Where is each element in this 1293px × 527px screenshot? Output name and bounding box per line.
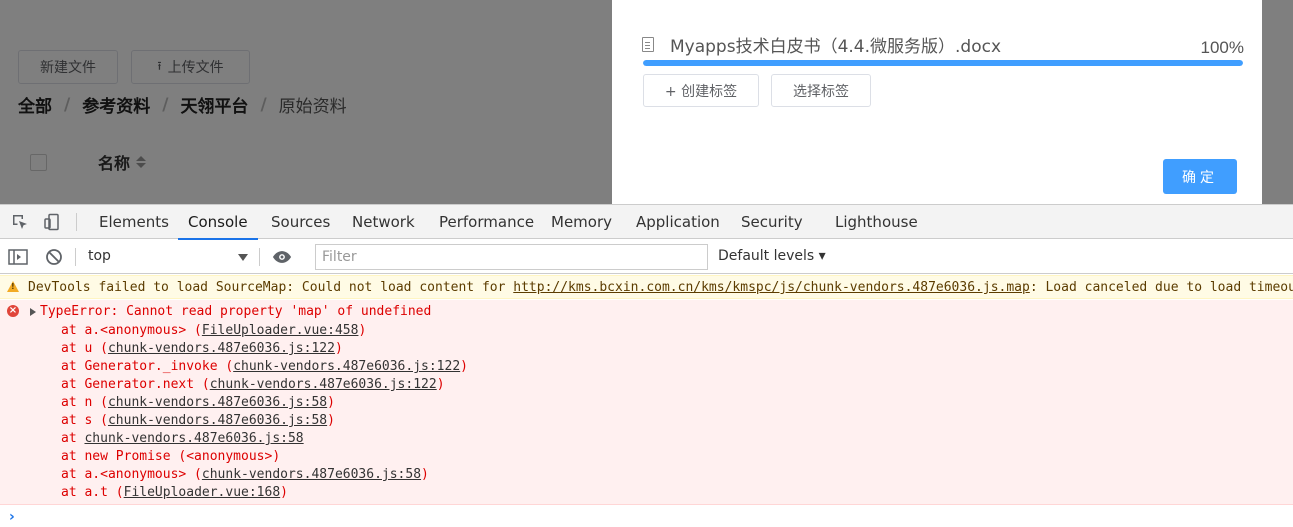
document-icon bbox=[642, 36, 654, 52]
stack-frame: at a.<anonymous> (chunk-vendors.487e6036… bbox=[61, 466, 468, 484]
tab-application[interactable]: Application bbox=[636, 205, 720, 239]
stack-frame-text: ) bbox=[421, 467, 429, 482]
warning-text-prefix: DevTools failed to load SourceMap: Could… bbox=[28, 280, 514, 295]
expand-triangle-icon[interactable] bbox=[30, 308, 36, 316]
stack-frame-source-link[interactable]: FileUploader.vue:458 bbox=[202, 323, 359, 338]
error-icon: × bbox=[7, 305, 19, 317]
upload-progress-fill bbox=[643, 60, 1243, 66]
stack-frame: at u (chunk-vendors.487e6036.js:122) bbox=[61, 340, 468, 358]
stack-frame: at new Promise (<anonymous>) bbox=[61, 448, 468, 466]
stack-trace: at a.<anonymous> (FileUploader.vue:458) a… bbox=[61, 322, 468, 502]
live-expression-eye-icon[interactable] bbox=[272, 247, 292, 267]
toolbar-divider bbox=[259, 248, 260, 266]
sourcemap-url-link[interactable]: http://kms.bcxin.com.cn/kms/kmspc/js/chu… bbox=[513, 280, 1030, 295]
device-toolbar-icon[interactable] bbox=[42, 212, 62, 232]
stack-frame-source-link[interactable]: chunk-vendors.487e6036.js:58 bbox=[84, 431, 303, 446]
stack-frame: at chunk-vendors.487e6036.js:58 bbox=[61, 430, 468, 448]
stack-frame-text: at bbox=[61, 431, 85, 446]
stack-frame: at n (chunk-vendors.487e6036.js:58) bbox=[61, 394, 468, 412]
log-levels-dropdown[interactable]: Default levels ▾ bbox=[718, 248, 826, 264]
stack-frame-text: at n ( bbox=[61, 395, 108, 410]
error-header[interactable]: TypeError: Cannot read property 'map' of… bbox=[40, 304, 431, 319]
upload-progress-percent: 100% bbox=[1200, 38, 1244, 57]
stack-frame-source-link[interactable]: chunk-vendors.487e6036.js:58 bbox=[108, 413, 327, 428]
upload-file-name: Myapps技术白皮书（4.4.微服务版）.docx bbox=[670, 36, 1002, 57]
tab-performance[interactable]: Performance bbox=[439, 205, 534, 239]
warning-icon bbox=[7, 281, 19, 292]
chevron-down-icon[interactable] bbox=[238, 254, 248, 261]
stack-frame-text: at a.<anonymous> ( bbox=[61, 323, 202, 338]
stack-frame-text: ) bbox=[436, 377, 445, 392]
console-prompt[interactable]: › bbox=[9, 509, 15, 525]
stack-frame-text: ) bbox=[460, 359, 468, 374]
upload-progress-bar bbox=[643, 60, 1243, 66]
clear-console-icon[interactable] bbox=[44, 247, 64, 267]
stack-frame-source-link[interactable]: chunk-vendors.487e6036.js:122 bbox=[233, 359, 460, 374]
stack-frame-text: at a.t ( bbox=[61, 485, 124, 500]
stack-frame-text: at new Promise (<anonymous>) bbox=[61, 449, 281, 464]
upload-file-item: Myapps技术白皮书（4.4.微服务版）.docx 100% bbox=[642, 32, 1244, 57]
tab-security[interactable]: Security bbox=[741, 205, 803, 239]
warning-text-suffix: : Load canceled due to load timeout bbox=[1029, 280, 1293, 295]
stack-frame-text: at Generator._invoke ( bbox=[61, 359, 234, 374]
stack-frame-text: ) bbox=[358, 323, 367, 338]
stack-frame-source-link[interactable]: chunk-vendors.487e6036.js:58 bbox=[202, 467, 421, 482]
tab-network[interactable]: Network bbox=[352, 205, 415, 239]
tab-lighthouse[interactable]: Lighthouse bbox=[835, 205, 918, 239]
stack-frame-text: at s ( bbox=[61, 413, 108, 428]
stack-frame-text: at a.<anonymous> ( bbox=[61, 467, 202, 482]
create-tag-button[interactable]: + 创建标签 bbox=[643, 74, 759, 107]
stack-frame: at a.t (FileUploader.vue:168) bbox=[61, 484, 468, 502]
inspect-element-icon[interactable] bbox=[10, 212, 30, 232]
select-tag-button[interactable]: 选择标签 bbox=[771, 74, 871, 107]
tab-sources[interactable]: Sources bbox=[271, 205, 330, 239]
tab-console[interactable]: Console bbox=[178, 205, 258, 240]
stack-frame: at Generator.next (chunk-vendors.487e603… bbox=[61, 376, 468, 394]
devtools-panel: Elements Console Sources Network Perform… bbox=[0, 204, 1293, 527]
console-warning-message: DevTools failed to load SourceMap: Could… bbox=[0, 275, 1293, 299]
toolbar-divider bbox=[76, 213, 77, 231]
stack-frame-text: ) bbox=[280, 485, 288, 500]
stack-frame-source-link[interactable]: chunk-vendors.487e6036.js:58 bbox=[108, 395, 327, 410]
stack-frame-source-link[interactable]: FileUploader.vue:168 bbox=[124, 485, 281, 500]
stack-frame-text: at u ( bbox=[61, 341, 108, 356]
execution-context-select[interactable]: top bbox=[88, 248, 111, 264]
stack-frame-source-link[interactable]: chunk-vendors.487e6036.js:122 bbox=[108, 341, 335, 356]
stack-frame-text: ) bbox=[327, 395, 335, 410]
console-error-message: × TypeError: Cannot read property 'map' … bbox=[0, 300, 1293, 505]
sidebar-toggle-icon[interactable] bbox=[8, 247, 28, 267]
tab-elements[interactable]: Elements bbox=[99, 205, 169, 239]
stack-frame-source-link[interactable]: chunk-vendors.487e6036.js:122 bbox=[210, 377, 437, 392]
console-toolbar: top Filter Default levels ▾ bbox=[0, 240, 1293, 274]
stack-frame: at Generator._invoke (chunk-vendors.487e… bbox=[61, 358, 468, 376]
tab-memory[interactable]: Memory bbox=[551, 205, 612, 239]
confirm-button[interactable]: 确定 bbox=[1163, 159, 1237, 194]
stack-frame: at s (chunk-vendors.487e6036.js:58) bbox=[61, 412, 468, 430]
stack-frame-text: ) bbox=[334, 341, 343, 356]
stack-frame: at a.<anonymous> (FileUploader.vue:458) bbox=[61, 322, 468, 340]
upload-dialog: Myapps技术白皮书（4.4.微服务版）.docx 100% + 创建标签 选… bbox=[612, 0, 1262, 204]
toolbar-divider bbox=[75, 248, 76, 266]
devtools-tabbar: Elements Console Sources Network Perform… bbox=[0, 205, 1293, 240]
stack-frame-text: at Generator.next ( bbox=[61, 377, 210, 392]
console-filter-input[interactable]: Filter bbox=[315, 244, 708, 270]
stack-frame-text: ) bbox=[327, 413, 335, 428]
